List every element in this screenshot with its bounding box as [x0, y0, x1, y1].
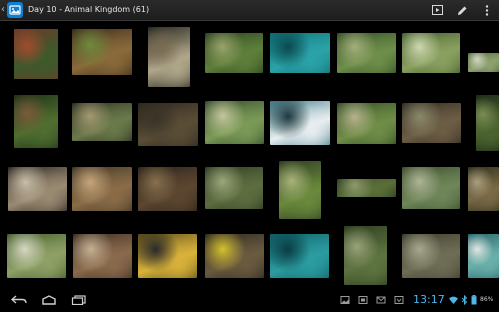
edit-pencil-icon: [457, 6, 466, 15]
photo-grid: [0, 20, 499, 288]
home-icon: [42, 295, 56, 305]
bluetooth-icon: [461, 295, 468, 305]
status-clock[interactable]: 13:17: [413, 294, 445, 306]
photo-thumbnail[interactable]: [72, 103, 132, 141]
overflow-menu-button[interactable]: [480, 3, 494, 17]
edit-button[interactable]: [455, 3, 469, 17]
photo-thumbnail[interactable]: [138, 234, 197, 278]
gallery-app-icon[interactable]: [7, 2, 23, 18]
system-nav-bar: 13:17 86%: [0, 288, 499, 312]
mail-notification-icon[interactable]: [376, 295, 386, 305]
photo-thumbnail[interactable]: [270, 234, 329, 278]
overflow-menu-icon: [485, 4, 489, 16]
photo-thumbnail[interactable]: [72, 167, 132, 211]
home-button[interactable]: [40, 293, 58, 307]
photo-thumbnail[interactable]: [337, 103, 396, 144]
wifi-icon: [449, 296, 458, 305]
photo-thumbnail[interactable]: [14, 95, 58, 148]
battery-percentage: 86%: [480, 296, 494, 303]
photo-thumbnail[interactable]: [337, 33, 396, 73]
photo-thumbnail[interactable]: [8, 167, 67, 211]
photo-thumbnail[interactable]: [270, 101, 330, 145]
photo-thumbnail[interactable]: [7, 234, 66, 278]
photo-thumbnail[interactable]: [138, 167, 197, 211]
photo-thumbnail[interactable]: [205, 101, 264, 144]
screenshot-notification-icon[interactable]: [358, 295, 368, 305]
photo-thumbnail[interactable]: [468, 234, 499, 278]
back-icon: [11, 295, 27, 304]
recent-apps-button[interactable]: [70, 293, 88, 307]
photo-thumbnail[interactable]: [476, 95, 499, 151]
action-bar: ‹ Day 10 - Animal Kingdom (61): [0, 0, 499, 21]
photo-thumbnail[interactable]: [73, 234, 132, 278]
slideshow-button[interactable]: [430, 3, 444, 17]
photo-thumbnail[interactable]: [468, 53, 499, 72]
battery-icon: [471, 295, 477, 305]
photo-thumbnail[interactable]: [148, 27, 190, 87]
photo-thumbnail[interactable]: [205, 234, 264, 278]
photo-thumbnail[interactable]: [337, 179, 396, 197]
slideshow-icon: [431, 5, 443, 15]
photo-thumbnail[interactable]: [402, 33, 460, 73]
photo-thumbnail[interactable]: [138, 103, 198, 146]
gallery-notification-icon[interactable]: [340, 295, 350, 305]
photo-thumbnail[interactable]: [270, 33, 330, 73]
recent-apps-icon: [71, 295, 86, 305]
photo-thumbnail[interactable]: [279, 161, 321, 219]
photo-thumbnail[interactable]: [402, 167, 460, 209]
back-button[interactable]: [10, 293, 28, 307]
photo-thumbnail[interactable]: [402, 234, 460, 278]
photo-thumbnail[interactable]: [402, 103, 461, 143]
photo-thumbnail[interactable]: [205, 167, 263, 209]
photo-thumbnail[interactable]: [205, 33, 263, 73]
photo-thumbnail[interactable]: [14, 29, 58, 79]
photo-thumbnail[interactable]: [468, 167, 499, 211]
album-title: Day 10 - Animal Kingdom (61): [28, 5, 150, 14]
up-caret-icon[interactable]: ‹: [1, 4, 5, 16]
photo-thumbnail[interactable]: [344, 226, 387, 285]
download-notification-icon[interactable]: [394, 295, 404, 305]
photo-thumbnail[interactable]: [72, 29, 132, 75]
gallery-app-icon-glyph: [9, 5, 21, 15]
